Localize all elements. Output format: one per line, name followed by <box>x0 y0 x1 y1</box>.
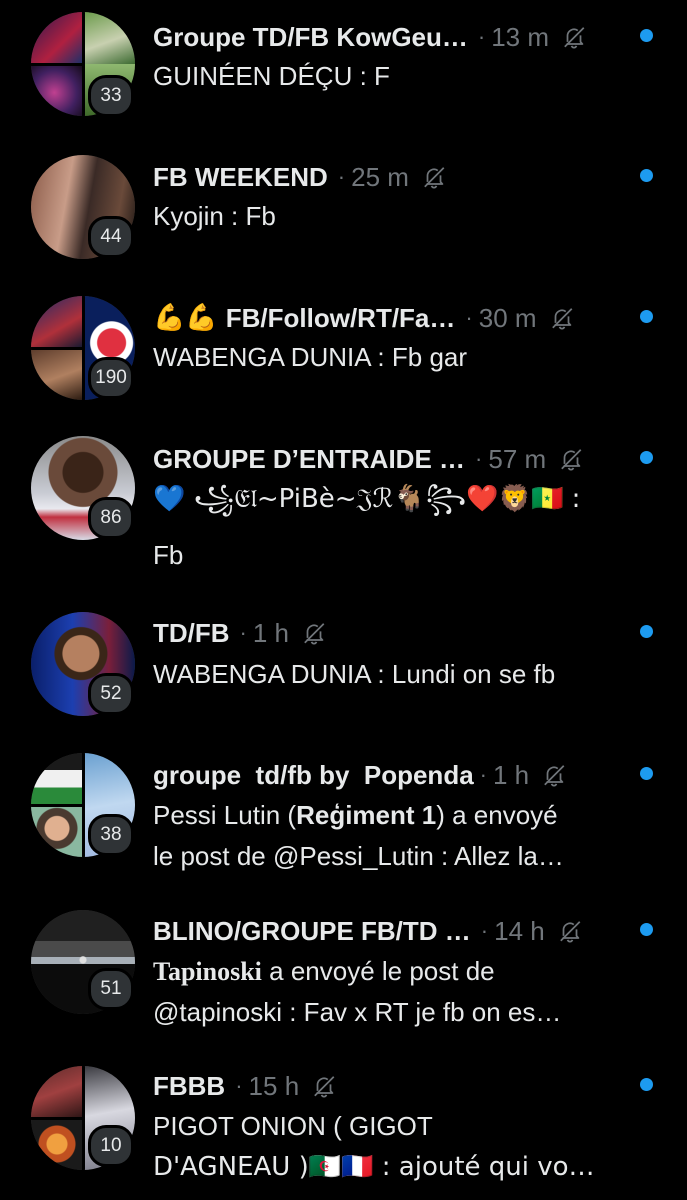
timestamp: 30 m <box>478 302 537 333</box>
bell-slash-icon <box>561 24 587 50</box>
flexed-biceps-icon: 💪💪 <box>153 303 218 333</box>
group-name: Groupe TD/FB KowGeu… <box>153 21 468 52</box>
conversation-header: Groupe TD/FB KowGeu… · 13 m <box>153 19 587 55</box>
bell-slash-icon <box>541 762 567 788</box>
unread-dot <box>640 310 653 323</box>
timestamp: 13 m <box>491 21 550 52</box>
group-name: FBBB <box>153 1070 226 1101</box>
member-count-badge: 86 <box>88 497 134 539</box>
group-name: FB/Follow/RT/Fa… <box>225 302 456 333</box>
sender-name: Kyojin <box>153 201 224 231</box>
member-count-badge: 44 <box>88 216 134 258</box>
group-name: GROUPE D’ENTRAIDE … <box>153 443 466 474</box>
conversation-header: 💪💪 FB/Follow/RT/Fa… · 30 m <box>153 300 575 336</box>
member-count-badge: 10 <box>88 1125 134 1167</box>
sender-name: GUINÉEN DÉÇU <box>153 61 353 91</box>
bell-slash-icon <box>557 918 583 944</box>
sender-name: WABENGA DUNIA <box>153 659 371 689</box>
member-count-badge: 52 <box>88 673 134 715</box>
sender-name: Tapinoski <box>153 957 262 986</box>
unread-dot <box>640 169 653 182</box>
timestamp: 1 h <box>493 759 530 790</box>
conversation-list: 33 Groupe TD/FB KowGeu… · 13 m GUINÉEN D… <box>0 0 687 1200</box>
conversation-header: groupe td/fb by Popenda · 1 h <box>153 757 567 793</box>
member-count-badge: 33 <box>88 75 134 117</box>
timestamp: 15 h <box>248 1070 300 1101</box>
group-name: TD/FB <box>153 617 230 648</box>
conversation-header: TD/FB · 1 h <box>153 615 327 651</box>
message-preview: WABENGA DUNIA : Lundi on se fb <box>153 659 556 689</box>
unread-dot <box>640 625 653 638</box>
timestamp: 25 m <box>351 161 409 192</box>
member-count-badge: 190 <box>88 357 134 399</box>
message-preview: Pessi Lutin (Reģiment 1) a envoyé le pos… <box>153 800 564 871</box>
conversation-header: FB WEEKEND · 25 m <box>153 159 447 195</box>
message-preview: PIGOT ONION ( GIGOT D'AGNEAU )🇩🇿🇫🇷 : ajo… <box>153 1106 613 1188</box>
bell-slash-icon <box>301 620 327 646</box>
member-count-badge: 38 <box>88 814 134 856</box>
group-name: BLINO/GROUPE FB/TD … <box>153 915 471 946</box>
group-name: FB WEEKEND <box>153 161 328 192</box>
sender-name: PIGOT ONION ( GIGOT <box>153 1111 433 1141</box>
bell-slash-icon <box>549 305 575 331</box>
unread-dot <box>640 1078 653 1091</box>
bell-slash-icon <box>558 446 584 472</box>
message-preview: GUINÉEN DÉÇU : F <box>153 61 390 91</box>
conversation-header: BLINO/GROUPE FB/TD … · 14 h <box>153 913 583 949</box>
bell-slash-icon <box>311 1073 337 1099</box>
message-preview: Tapinoski a envoyé le post de @tapinoski… <box>153 956 562 1027</box>
sender-tag: Reģiment 1 <box>296 800 437 830</box>
bell-slash-icon <box>421 164 447 190</box>
group-name: groupe td/fb by Popenda <box>153 759 474 790</box>
conversation-header: FBBB · 15 h <box>153 1068 337 1104</box>
unread-dot <box>640 29 653 42</box>
member-count-badge: 51 <box>88 968 134 1010</box>
timestamp: 57 m <box>488 443 547 474</box>
timestamp: 14 h <box>494 915 545 946</box>
message-preview: 💙 ꧁𝔈𝔩~PiBè~𝔍ℛ🐐꧂❤️🦁🇸🇳 : Fb <box>153 479 613 575</box>
unread-dot <box>640 451 653 464</box>
sender-name: WABENGA DUNIA <box>153 342 371 372</box>
conversation-header: GROUPE D’ENTRAIDE … · 57 m <box>153 441 584 477</box>
unread-dot <box>640 923 653 936</box>
message-preview: WABENGA DUNIA : Fb gar <box>153 342 468 372</box>
unread-dot <box>640 767 653 780</box>
message-preview: Kyojin : Fb <box>153 201 276 231</box>
timestamp: 1 h <box>252 617 290 648</box>
sender-name: 💙 ꧁𝔈𝔩~PiBè~𝔍ℛ🐐꧂❤️🦁🇸🇳 : <box>153 484 581 514</box>
